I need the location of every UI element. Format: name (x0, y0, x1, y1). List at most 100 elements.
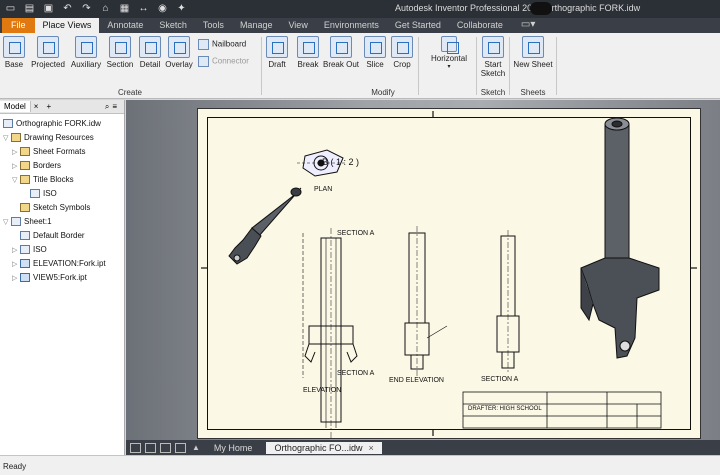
tab-manage[interactable]: Manage (232, 18, 281, 33)
tab-place-views[interactable]: Place Views (34, 18, 100, 33)
detail-view-button[interactable]: Detail (137, 36, 163, 69)
browser-search-icon[interactable]: ⌕≡ (105, 102, 124, 112)
section-a-marker-bottom: SECTION A (337, 370, 375, 377)
new-sheet-label: New Sheet (513, 60, 553, 69)
save-icon[interactable]: ▣ (42, 2, 55, 15)
tab-collaborate[interactable]: Collaborate (449, 18, 511, 33)
tree-item-borders[interactable]: ▷ Borders (12, 161, 61, 170)
expand-icon[interactable]: ▷ (12, 274, 20, 282)
tab-file[interactable]: File (2, 18, 35, 33)
new-sheet-button[interactable]: New Sheet (512, 36, 554, 69)
break-button[interactable]: Break (295, 36, 321, 69)
expand-icon[interactable]: ▽ (12, 176, 20, 184)
redo-icon[interactable]: ↷ (80, 2, 93, 15)
tab-sketch[interactable]: Sketch (151, 18, 195, 33)
projected-view-button[interactable]: Projected (28, 36, 68, 69)
slice-button[interactable]: Slice (362, 36, 388, 69)
ribbon-separator (556, 37, 557, 95)
new-icon[interactable]: ▭ (4, 2, 17, 15)
ribbon-tabs: File Place Views Annotate Sketch Tools M… (0, 18, 720, 33)
close-icon[interactable]: × (368, 443, 373, 453)
add-browser-tab-button[interactable]: + (41, 102, 56, 111)
break-out-button[interactable]: Break Out (322, 36, 360, 69)
tile-icon[interactable] (145, 442, 156, 453)
base-view-icon (3, 36, 25, 58)
sheet-icon (11, 217, 21, 226)
browser-tab-model[interactable]: Model (0, 101, 31, 112)
section-view-button[interactable]: Section (104, 36, 136, 69)
start-sketch-button[interactable]: Start Sketch (479, 36, 507, 78)
tab-my-home[interactable]: My Home (206, 442, 261, 454)
tree-item-sheet-formats[interactable]: ▷ Sheet Formats (12, 147, 85, 156)
status-text: Ready (3, 462, 27, 471)
close-icon[interactable]: × (31, 102, 42, 111)
title-bar: ▭ ▤ ▣ ↶ ↷ ⌂ ▦ ↔ ◉ ✦ Autodesk Inventor Pr… (0, 0, 720, 18)
appearance-icon[interactable]: ◉ (156, 2, 169, 15)
print-icon[interactable]: ▦ (118, 2, 131, 15)
connector-icon (198, 56, 209, 67)
iso-large-view (580, 117, 660, 359)
cascade-icon[interactable] (130, 442, 141, 453)
tree-item-view5[interactable]: ▷ VIEW5:Fork.ipt (12, 273, 87, 282)
auxiliary-view-button[interactable]: Auxiliary (69, 36, 103, 69)
start-sketch-label-2: Sketch (480, 69, 506, 78)
section-view-label: Section (106, 60, 134, 69)
draft-view-button[interactable]: Draft (264, 36, 290, 69)
tree-item-sketch-symbols[interactable]: Sketch Symbols (20, 203, 90, 212)
tree-item-default-border[interactable]: Default Border (20, 231, 85, 240)
nailboard-button[interactable]: Nailboard (198, 39, 246, 50)
arrange-icon[interactable] (160, 442, 171, 453)
undo-icon[interactable]: ↶ (61, 2, 74, 15)
border-icon (20, 231, 30, 240)
section-view-icon (109, 36, 131, 58)
expand-icon[interactable]: ▷ (12, 260, 20, 268)
folder-icon (11, 133, 21, 142)
tab-view[interactable]: View (280, 18, 315, 33)
scroll-tabs-icon[interactable]: ▲ (192, 443, 200, 452)
status-bar: Ready (0, 455, 720, 475)
folder-icon (20, 147, 30, 156)
base-view-button[interactable]: Base (3, 36, 25, 69)
folder-icon (20, 203, 30, 212)
detail-view-icon (139, 36, 161, 58)
drawing-canvas[interactable]: B ( 1 : 2 ) PLAN SECTION A SECTION A ELE… (126, 100, 720, 440)
title-block-icon (20, 245, 30, 254)
crop-button[interactable]: Crop (390, 36, 414, 69)
connector-button[interactable]: Connector (198, 56, 249, 67)
expand-icon[interactable]: ▷ (12, 246, 20, 254)
expand-icon[interactable]: ▷ (12, 148, 20, 156)
tree-item-label: Drawing Resources (24, 133, 94, 142)
tab-annotate[interactable]: Annotate (99, 18, 151, 33)
expand-icon[interactable]: ▽ (3, 218, 11, 226)
tree-item-document[interactable]: Orthographic FORK.idw (3, 119, 101, 128)
tab-tools[interactable]: Tools (195, 18, 232, 33)
tree-item-sheet-1[interactable]: ▽ Sheet:1 (3, 217, 52, 226)
tree-item-drawing-resources[interactable]: ▽ Drawing Resources (3, 133, 94, 142)
align-horizontal-button[interactable]: Horizontal ▾ (426, 36, 472, 70)
tab-get-started[interactable]: Get Started (387, 18, 449, 33)
iso-small-view (228, 187, 302, 265)
ribbon-options-icon[interactable]: ▭▾ (521, 18, 535, 33)
nailboard-label: Nailboard (212, 39, 247, 49)
tree-item-elevation-view[interactable]: ▷ ELEVATION:Fork.ipt (12, 259, 106, 268)
connector-label: Connector (212, 56, 249, 66)
expand-icon[interactable]: ▽ (3, 134, 11, 142)
open-icon[interactable]: ▤ (23, 2, 36, 15)
update-icon[interactable]: ✦ (175, 2, 188, 15)
tab-orthographic-fork[interactable]: Orthographic FO...idw × (266, 441, 382, 454)
tree-item-label: VIEW5:Fork.ipt (33, 273, 87, 282)
create-panel-label: Create (117, 88, 142, 97)
folder-icon (20, 175, 30, 184)
tree-item-iso[interactable]: ▷ ISO (12, 245, 47, 254)
tree-item-label: Sheet:1 (24, 217, 52, 226)
document-list-icon[interactable] (175, 442, 186, 453)
tab-environments[interactable]: Environments (316, 18, 387, 33)
measure-icon[interactable]: ↔ (137, 2, 150, 15)
tree-item-title-blocks[interactable]: ▽ Title Blocks (12, 175, 74, 184)
auxiliary-view-icon (75, 36, 97, 58)
overlay-view-button[interactable]: Overlay (163, 36, 195, 69)
expand-icon[interactable]: ▷ (12, 162, 20, 170)
home-icon[interactable]: ⌂ (99, 2, 112, 15)
ribbon-separator (418, 37, 419, 95)
tree-item-title-block-iso[interactable]: ISO (30, 189, 57, 198)
